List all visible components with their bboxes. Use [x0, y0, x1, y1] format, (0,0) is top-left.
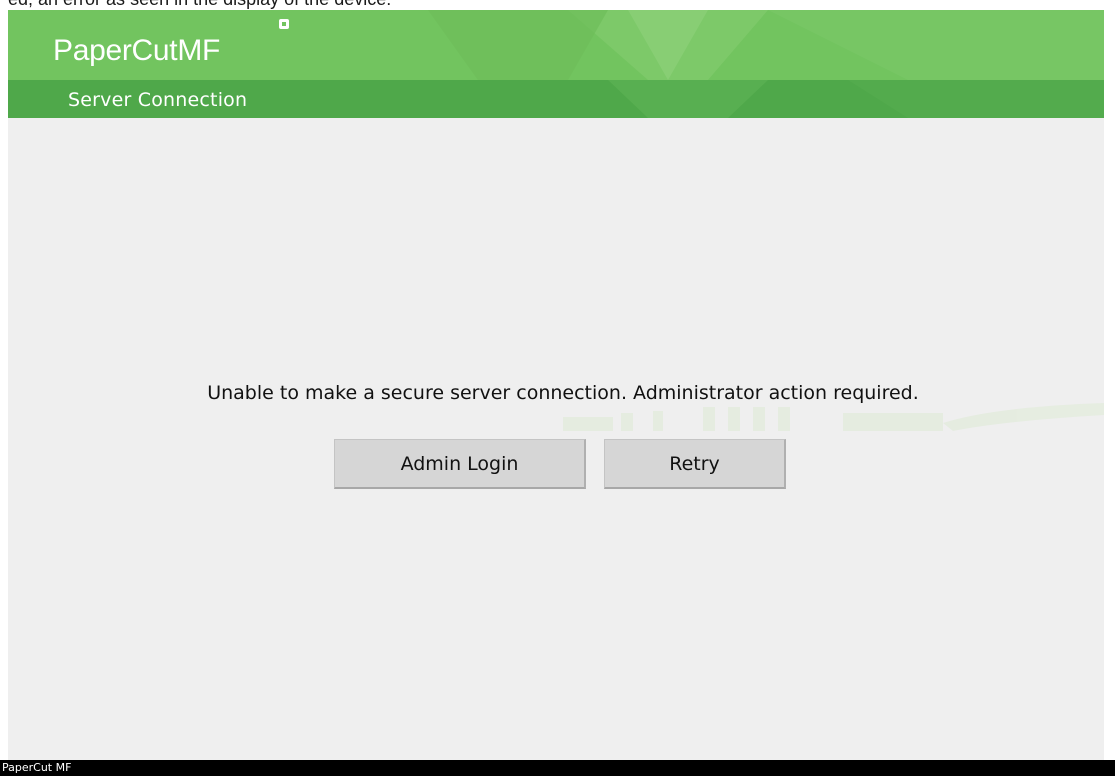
logo-mark-icon — [279, 19, 289, 29]
caption-text: ed, an error as seen in the display of t… — [8, 0, 391, 10]
header: PaperCutMF Server Connection — [8, 10, 1104, 118]
main-content: Unable to make a secure server connectio… — [8, 118, 1104, 722]
admin-login-label: Admin Login — [400, 452, 519, 475]
retry-button[interactable]: Retry — [604, 439, 786, 489]
footer-label: PaperCut MF — [2, 761, 72, 774]
document-caption: ed, an error as seen in the display of t… — [0, 0, 1115, 10]
brand-suffix: MF — [177, 34, 221, 67]
papercut-logo: PaperCutMF — [53, 36, 220, 66]
device-screen: PaperCutMF Server Connection Unable to m… — [8, 10, 1104, 760]
brand-name: PaperCut — [53, 34, 178, 67]
retry-label: Retry — [669, 452, 720, 475]
page-title: Server Connection — [68, 89, 248, 111]
footer-bar: PaperCut MF — [0, 760, 1115, 776]
admin-login-button[interactable]: Admin Login — [334, 439, 586, 489]
error-message: Unable to make a secure server connectio… — [207, 382, 919, 404]
